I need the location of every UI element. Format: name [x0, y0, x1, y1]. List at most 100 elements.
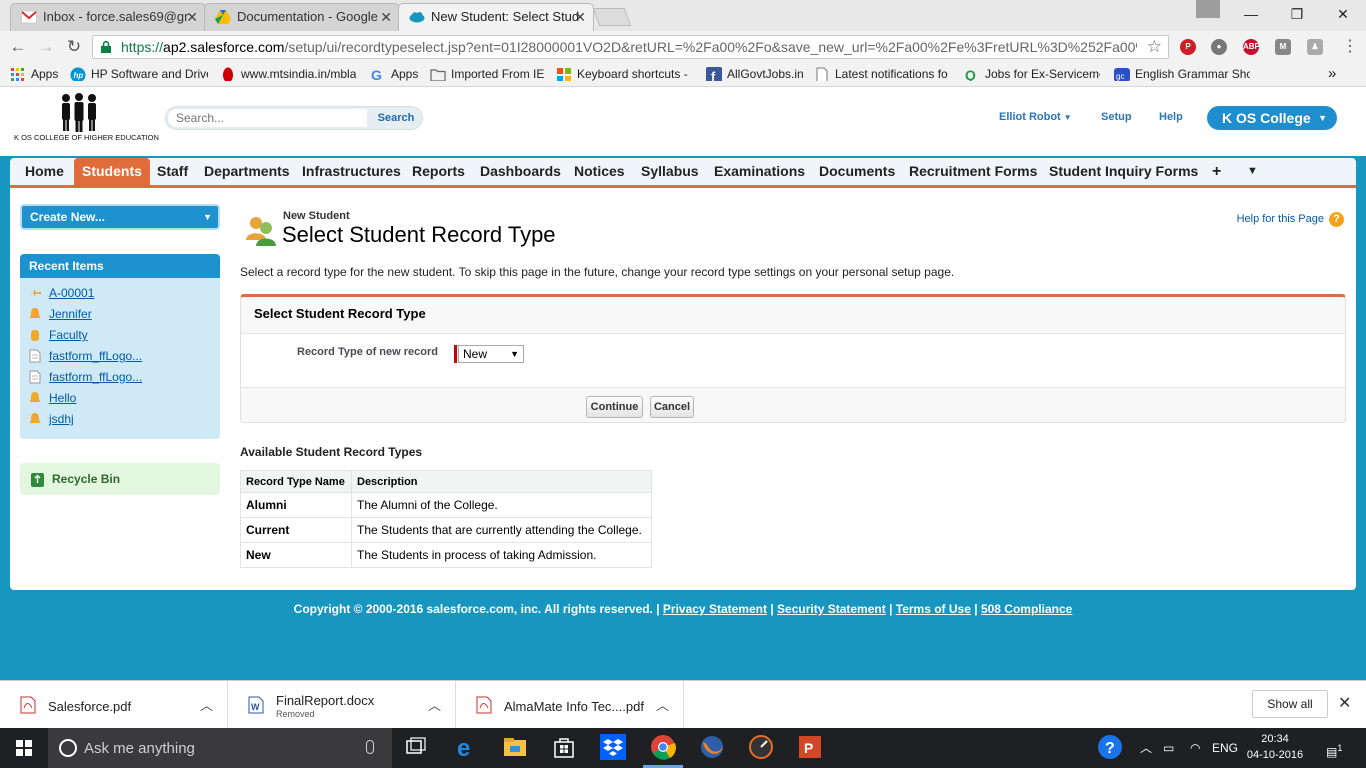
show-hidden-icons[interactable]: ︿	[1140, 728, 1152, 768]
profile-icon[interactable]	[1196, 0, 1220, 18]
windows-start-icon[interactable]	[0, 728, 48, 768]
tab-documents[interactable]: Documents	[819, 158, 895, 185]
recent-item[interactable]: fastform_ffLogo...	[28, 348, 142, 368]
bookmark-grammar[interactable]: gc English Grammar Sho	[1114, 67, 1250, 81]
tab-dashboards[interactable]: Dashboards	[480, 158, 561, 185]
compliance-508-link[interactable]: 508 Compliance	[981, 602, 1072, 616]
cortana-search-box[interactable]: Ask me anything	[48, 728, 392, 768]
tab-notices[interactable]: Notices	[574, 158, 625, 185]
wifi-icon[interactable]: ◠	[1190, 728, 1200, 768]
powerpoint-icon[interactable]: P	[797, 734, 823, 760]
help-circle-icon[interactable]: ?	[1097, 734, 1123, 760]
browser-tab-docs[interactable]: Documentation - Google ✕	[204, 3, 400, 31]
bookmark-star-icon[interactable]: ☆	[1147, 37, 1162, 57]
chevron-up-icon[interactable]: ︿	[656, 695, 669, 714]
setup-link[interactable]: Setup	[1101, 111, 1132, 123]
new-tab-button[interactable]	[592, 8, 632, 26]
tab-examinations[interactable]: Examinations	[714, 158, 805, 185]
tab-staff[interactable]: Staff	[157, 158, 188, 185]
download-item[interactable]: W FinalReport.docx Removed ︿	[228, 681, 456, 729]
chevron-up-icon[interactable]: ︿	[200, 695, 213, 714]
bookmark-apps-2[interactable]: G Apps	[370, 67, 418, 81]
recent-item[interactable]: Jennifer	[28, 306, 92, 326]
user-menu[interactable]: Elliot Robot ▼	[999, 111, 1072, 123]
search-input[interactable]	[168, 109, 367, 127]
chrome-icon[interactable]	[650, 734, 676, 760]
security-statement-link[interactable]: Security Statement	[777, 602, 886, 616]
close-icon[interactable]: ✕	[380, 4, 392, 30]
window-close-icon[interactable]: ✕	[1320, 0, 1366, 28]
tab-syllabus[interactable]: Syllabus	[641, 158, 699, 185]
hp-icon: hp	[70, 67, 86, 81]
extension-figure-icon[interactable]: ♟	[1307, 39, 1323, 55]
chevron-up-icon[interactable]: ︿	[428, 695, 441, 714]
bookmark-allgovtjobs[interactable]: f AllGovtJobs.in	[706, 67, 804, 81]
app-menu[interactable]: K OS College ▼	[1207, 106, 1337, 130]
tab-overflow-caret-icon[interactable]: ▼	[1247, 158, 1258, 185]
recent-item[interactable]: fastform_ffLogo...	[28, 369, 142, 389]
add-tab-plus-icon[interactable]: +	[1212, 158, 1221, 185]
bookmark-hp[interactable]: hp HP Software and Drive	[70, 67, 208, 81]
continue-button[interactable]: Continue	[586, 396, 643, 418]
tab-recruitment-forms[interactable]: Recruitment Forms	[909, 158, 1037, 185]
bookmark-keyboard[interactable]: Keyboard shortcuts -	[556, 67, 692, 81]
store-icon[interactable]	[551, 734, 577, 760]
bookmark-notifications[interactable]: Latest notifications fo	[814, 67, 950, 81]
reload-icon[interactable]: ↻	[62, 35, 86, 59]
firefox-icon[interactable]	[699, 734, 725, 760]
tab-students[interactable]: Students	[74, 158, 150, 185]
dropbox-icon[interactable]	[600, 734, 626, 760]
tab-reports[interactable]: Reports	[412, 158, 465, 185]
browser-tab-salesforce[interactable]: New Student: Select Stud ✕	[398, 3, 594, 31]
terms-of-use-link[interactable]: Terms of Use	[896, 602, 971, 616]
tab-home[interactable]: Home	[25, 158, 64, 185]
recycle-bin-link[interactable]: Recycle Bin	[20, 463, 220, 495]
bookmark-jobs-ex[interactable]: Q Jobs for Ex-Serviceme	[964, 67, 1100, 81]
bookmark-imported[interactable]: Imported From IE	[430, 67, 544, 81]
cancel-button[interactable]: Cancel	[650, 396, 694, 418]
create-new-button[interactable]: Create New... ▼	[20, 204, 220, 230]
privacy-statement-link[interactable]: Privacy Statement	[663, 602, 767, 616]
restore-icon[interactable]: ❐	[1274, 0, 1320, 28]
notification-center-icon[interactable]: ▤1	[1326, 728, 1342, 768]
address-bar[interactable]: https://ap2.salesforce.com/setup/ui/reco…	[92, 35, 1169, 59]
file-explorer-icon[interactable]	[502, 734, 528, 760]
tab-student-inquiry-forms[interactable]: Student Inquiry Forms	[1049, 158, 1198, 185]
tab-departments[interactable]: Departments	[204, 158, 290, 185]
wpm-speedometer-icon[interactable]	[748, 734, 774, 760]
recent-item[interactable]: jsdhj	[28, 411, 74, 431]
record-type-select[interactable]: New ▼	[458, 345, 524, 363]
battery-icon[interactable]: ▭	[1163, 728, 1174, 768]
recent-item[interactable]: Faculty	[28, 327, 88, 347]
minimize-icon[interactable]: —	[1228, 0, 1274, 28]
tab-infrastructures[interactable]: Infrastructures	[302, 158, 401, 185]
bookmark-mtsindia[interactable]: www.mtsindia.in/mbla	[220, 67, 356, 81]
edge-browser-icon[interactable]: e	[454, 734, 480, 760]
extension-reel-icon[interactable]: ●	[1211, 39, 1227, 55]
close-shelf-icon[interactable]: ✕	[1338, 693, 1351, 713]
show-all-downloads-button[interactable]: Show all	[1252, 690, 1328, 718]
more-bookmarks-icon[interactable]: »	[1328, 65, 1336, 82]
adblock-plus-icon[interactable]: ABP	[1243, 39, 1260, 55]
download-item[interactable]: AlmaMate Info Tec....pdf ︿	[456, 681, 684, 729]
language-indicator[interactable]: ENG	[1212, 728, 1238, 768]
microphone-icon[interactable]	[366, 740, 374, 754]
back-icon[interactable]: ←	[6, 35, 30, 59]
close-icon[interactable]: ✕	[186, 4, 198, 30]
pinterest-icon[interactable]: P	[1180, 39, 1196, 55]
bookmark-apps[interactable]: Apps	[10, 67, 58, 81]
recent-item[interactable]: A-00001	[28, 285, 94, 305]
close-icon[interactable]: ✕	[574, 4, 586, 30]
chrome-menu-icon[interactable]: ⋮	[1338, 35, 1362, 59]
recent-item[interactable]: Hello	[28, 390, 76, 410]
help-for-page-link[interactable]: Help for this Page?	[1237, 212, 1344, 227]
download-item[interactable]: Salesforce.pdf ︿	[0, 681, 228, 729]
forward-icon[interactable]: →	[34, 35, 58, 59]
extension-m-icon[interactable]: M	[1275, 39, 1291, 55]
browser-tab-gmail[interactable]: Inbox - force.sales69@gr ✕	[10, 3, 206, 31]
search-button[interactable]: Search	[370, 107, 422, 129]
help-link[interactable]: Help	[1159, 111, 1183, 123]
college-logo[interactable]: K OS COLLEGE OF HIGHER EDUCATION	[14, 93, 159, 149]
system-clock[interactable]: 20:34 04-10-2016	[1245, 731, 1305, 763]
task-view-icon[interactable]	[403, 734, 429, 760]
